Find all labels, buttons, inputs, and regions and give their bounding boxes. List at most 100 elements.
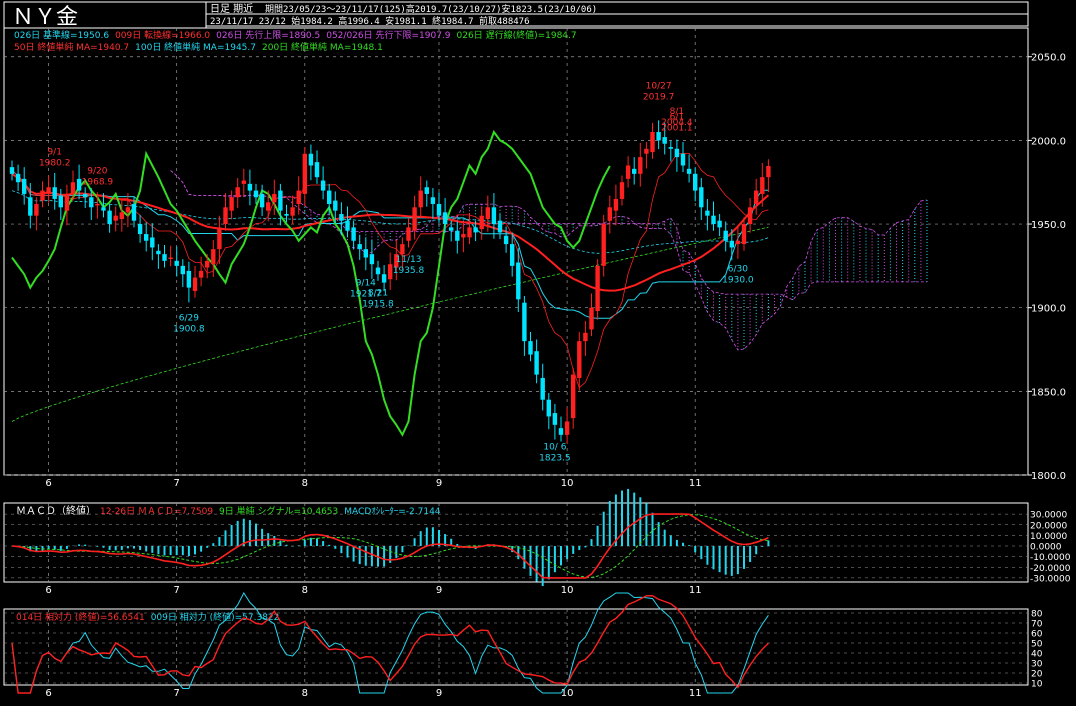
x-label-5-2: 11 — [689, 688, 702, 699]
annotation-value-7: 1915.8 — [362, 299, 394, 309]
candle-body-47 — [296, 190, 301, 204]
candle-body-78 — [485, 207, 490, 220]
candle-body-110 — [680, 153, 686, 166]
x-label-4-2: 10 — [561, 688, 574, 699]
candle-body-101 — [625, 165, 631, 179]
annotation-date-6: 6/29 — [179, 313, 199, 323]
main-ytick-2: 1950.0 — [1031, 220, 1066, 231]
annotation-value-2: 1980.2 — [39, 159, 71, 169]
candle-body-2 — [22, 178, 27, 194]
rsi-ytick-2: 60 — [1031, 630, 1043, 640]
annotation-value-3: 1968.9 — [82, 177, 114, 187]
x-label-2-1: 8 — [302, 585, 308, 596]
candle-body-107 — [662, 137, 667, 144]
candle-body-85 — [528, 341, 533, 355]
candle-body-16 — [107, 210, 112, 225]
macd-ytick-1: 20.0000 — [1030, 521, 1067, 531]
candle-body-123 — [760, 177, 765, 194]
candle-body-54 — [339, 214, 344, 221]
candle-body-61 — [381, 274, 387, 283]
legend-row-2: 50日 終値単純 MA=1940.7 100日 終値単純 MA=1945.7 200… — [14, 41, 383, 53]
candle-body-56 — [351, 227, 356, 241]
candle-body-45 — [284, 214, 289, 216]
candle-body-15 — [101, 207, 106, 211]
candle-body-55 — [345, 220, 350, 231]
main-ytick-1: 2000.0 — [1031, 136, 1066, 147]
candle-body-118 — [729, 240, 734, 248]
instrument-title: ＮＹ金 — [12, 5, 78, 30]
candle-body-62 — [388, 264, 393, 280]
candle-body-13 — [89, 197, 94, 208]
chart-header: ＮＹ金 日足 期近 期間23/05/23～23/11/17(125)高2019.… — [3, 1, 1029, 30]
candle-body-53 — [333, 200, 338, 211]
rsi-ytick-6: 20 — [1031, 670, 1043, 680]
macd-legend-2: MACDｵｼﾚｰﾀｰ=-2.7144 — [344, 506, 441, 517]
candle-body-122 — [754, 190, 759, 204]
candle-body-105 — [650, 132, 655, 153]
annotation-value-8: 1921.7 — [350, 289, 382, 299]
candle-body-73 — [455, 230, 460, 241]
candle-body-91 — [564, 421, 570, 435]
candle-body-18 — [119, 212, 124, 220]
candle-body-92 — [571, 374, 576, 419]
candle-body-4 — [34, 203, 39, 216]
legend-row1-1: 009日 転換線=1966.0 — [115, 29, 210, 41]
candle-body-14 — [95, 203, 100, 206]
x-label-3-2: 9 — [436, 688, 442, 699]
legend-row1-0: 026日 基準線=1950.6 — [14, 29, 109, 41]
candle-body-100 — [619, 182, 625, 199]
main-ytick-5: 1800.0 — [1031, 471, 1066, 482]
candle-body-19 — [125, 207, 131, 213]
candle-body-68 — [424, 187, 429, 194]
annotation-value-6: 1900.8 — [173, 324, 205, 334]
x-label-3-0: 9 — [436, 478, 442, 489]
x-label-0-1: 6 — [45, 585, 51, 596]
candle-body-23 — [150, 237, 155, 248]
x-label-4-0: 10 — [561, 478, 574, 489]
candle-body-5 — [40, 190, 45, 201]
ohlc-info: 23/11/17 23/12 始1984.2 高1996.4 安1981.1 終… — [210, 15, 530, 27]
annotation-date-10: 11/13 — [396, 255, 422, 265]
candle-body-11 — [76, 178, 82, 191]
candle-body-102 — [632, 168, 637, 174]
candle-body-124 — [766, 165, 771, 178]
x-label-5-1: 11 — [689, 585, 702, 596]
candle-body-121 — [747, 207, 753, 225]
macd-ytick-5: -20.0000 — [1030, 564, 1071, 574]
x-label-5-0: 11 — [689, 478, 702, 489]
rsi-ytick-5: 30 — [1031, 660, 1043, 670]
candle-body-74 — [461, 234, 466, 238]
candle-body-24 — [156, 250, 161, 255]
annotation-date-8: 9/14 — [356, 278, 376, 288]
x-label-2-0: 8 — [302, 478, 308, 489]
macd-ytick-0: 30.0000 — [1030, 511, 1067, 521]
x-label-2-2: 8 — [302, 688, 308, 699]
candle-body-25 — [162, 254, 167, 261]
candle-body-65 — [406, 227, 411, 241]
candle-body-28 — [180, 265, 185, 275]
macd-legend: 12-26日 ＭＡＣＤ=7.7509 9日 単純 シグナル=10.4653 MACD… — [100, 505, 441, 517]
price-annotations: 6/12001.18/12004.49/11980.29/201968.910/… — [39, 81, 754, 463]
candle-body-40 — [253, 190, 259, 198]
candle-body-34 — [217, 227, 222, 250]
candle-body-32 — [205, 260, 210, 268]
rsi-ytick-7: 10 — [1031, 680, 1043, 690]
candle-body-108 — [668, 147, 673, 149]
candle-body-86 — [534, 351, 539, 375]
candle-body-70 — [436, 203, 442, 216]
macd-ytick-3: 0.0000 — [1030, 543, 1062, 553]
candle-body-1 — [15, 173, 21, 183]
annotation-date-1: 8/1 — [670, 107, 684, 117]
candle-body-66 — [412, 207, 417, 231]
x-label-0-0: 6 — [45, 478, 51, 489]
rsi-ytick-0: 80 — [1031, 610, 1043, 620]
candle-body-72 — [449, 227, 454, 231]
candle-body-81 — [503, 235, 509, 245]
legend-row2-2: 200日 終値単純 MA=1948.1 — [262, 41, 383, 53]
candle-body-90 — [558, 428, 564, 435]
candle-body-49 — [308, 153, 314, 166]
candle-body-51 — [320, 180, 326, 191]
candle-body-57 — [357, 244, 362, 250]
candle-body-99 — [613, 198, 619, 211]
grid-lines — [4, 28, 1028, 685]
